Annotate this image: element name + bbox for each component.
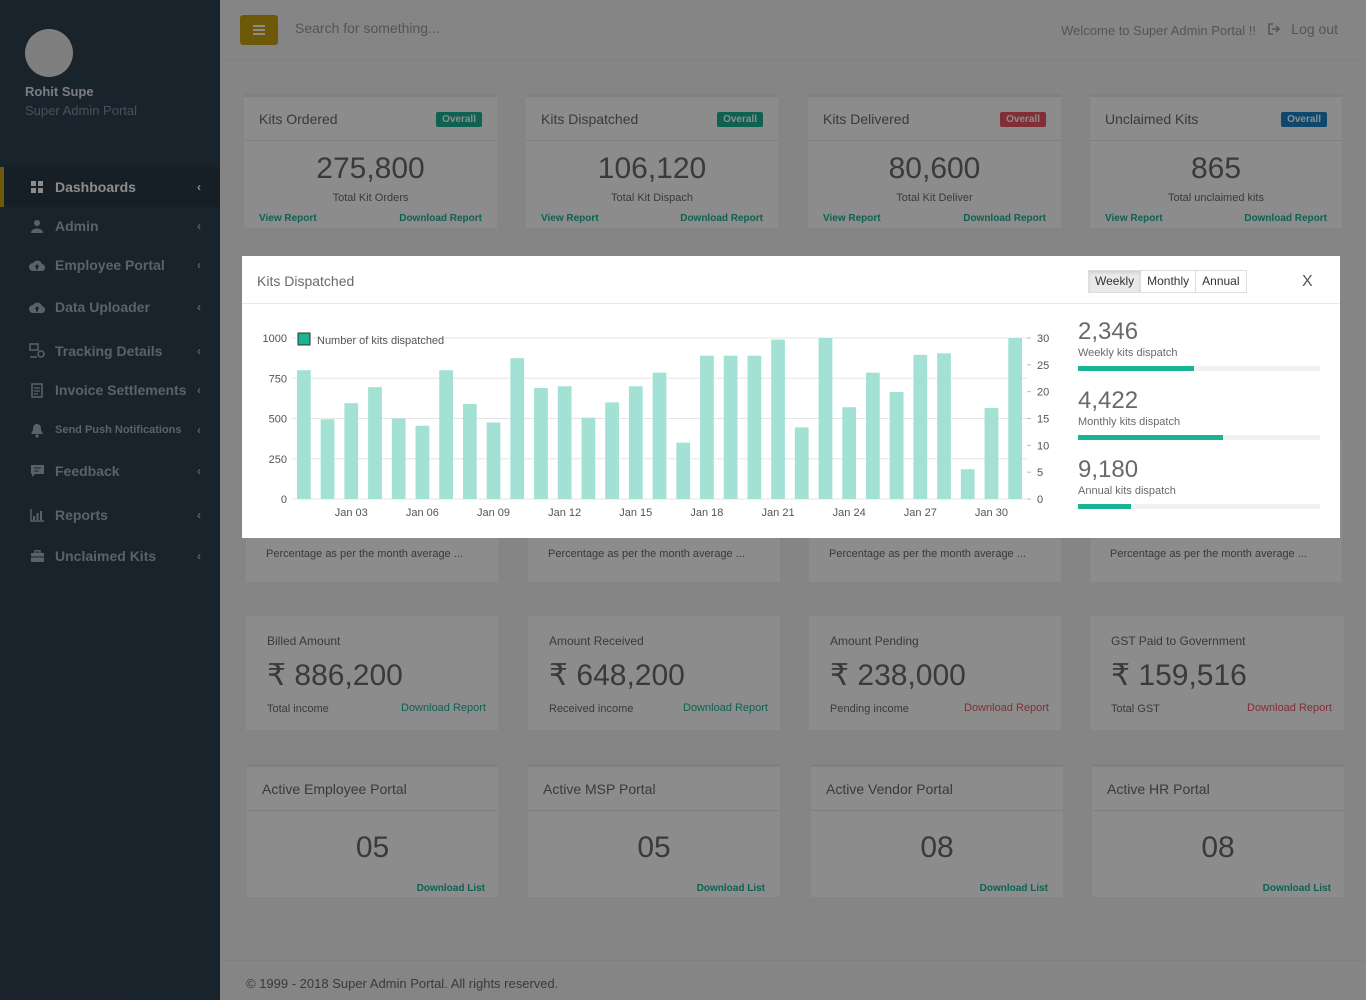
x-tick-label: Jan 21 [762,507,795,519]
period-toggle: Weekly Monthly Annual [1088,270,1247,293]
chart-bar [676,442,691,499]
stat-value: 2,346 [1078,318,1139,345]
chart-bar [723,355,738,499]
y2-tick-label: 0 [1037,494,1043,506]
chart-bar [462,404,477,499]
progress-bar [1078,504,1320,509]
x-tick-label: Jan 27 [904,507,937,519]
chart-bar [320,419,335,499]
chart-bar [557,386,572,499]
progress-bar [1078,435,1320,440]
y-tick-label: 750 [269,373,287,385]
chart-bar [889,391,904,499]
chart-bar [818,338,833,499]
close-button[interactable]: X [1302,273,1313,291]
x-tick-label: Jan 18 [690,507,723,519]
chart-bar [771,339,785,499]
x-tick-label: Jan 03 [335,507,368,519]
chart-bar [368,387,382,499]
y-tick-label: 250 [269,454,287,466]
y-tick-label: 500 [269,414,287,426]
chart-bar [415,425,430,499]
tab-annual[interactable]: Annual [1196,271,1246,292]
monthly-stat: 4,422 Monthly kits dispatch [1078,387,1320,440]
y2-tick-label: 10 [1037,440,1049,452]
chart-bar [794,427,809,499]
x-tick-label: Jan 30 [975,507,1008,519]
x-tick-label: Jan 24 [833,507,866,519]
x-tick-label: Jan 09 [477,507,510,519]
chart-bar [605,402,619,499]
chart-bar [439,370,453,499]
y-tick-label: 1000 [263,333,287,345]
chart-bar [747,355,762,499]
legend-label: Number of kits dispatched [317,335,444,347]
chart-bar [652,372,667,499]
chart-bar [344,403,359,499]
modal-header: Kits Dispatched Weekly Monthly Annual X [242,256,1340,304]
stat-label: Monthly kits dispatch [1078,416,1181,428]
chart-bar [581,417,596,499]
stat-label: Weekly kits dispatch [1078,347,1178,359]
stat-value: 4,422 [1078,387,1139,414]
x-tick-label: Jan 06 [406,507,439,519]
x-tick-label: Jan 12 [548,507,581,519]
x-tick-label: Jan 15 [619,507,652,519]
y2-tick-label: 5 [1037,467,1043,479]
chart-bar [486,422,501,499]
tab-monthly[interactable]: Monthly [1141,271,1197,292]
chart-bar [913,354,928,499]
progress-fill [1078,366,1195,371]
progress-fill [1078,504,1132,509]
stat-value: 9,180 [1078,456,1139,483]
chart-bar [296,370,311,499]
chart-bar [628,386,643,499]
chart-bar [842,407,857,499]
chart-bar [700,355,714,499]
chart-bar [534,387,548,499]
weekly-stat: 2,346 Weekly kits dispatch [1078,318,1320,371]
y2-tick-label: 20 [1037,387,1049,399]
stat-label: Annual kits dispatch [1078,485,1176,497]
modal-title: Kits Dispatched [257,273,355,289]
kits-dispatched-modal: Kits Dispatched Weekly Monthly Annual X … [242,256,1340,538]
y2-tick-label: 30 [1037,333,1049,345]
progress-bar [1078,366,1320,371]
chart-bar [984,408,999,499]
chart-bar [960,469,975,499]
y-tick-label: 0 [281,494,287,506]
legend-swatch-inner [301,336,307,342]
chart-bar [866,372,880,499]
chart-bar [391,418,406,499]
chart-bar [937,353,951,499]
progress-fill [1078,435,1224,440]
tab-weekly[interactable]: Weekly [1089,271,1142,292]
y2-tick-label: 15 [1037,414,1049,426]
kits-dispatched-chart: 0 250 500 750 1000 0 5 10 15 20 25 30 Jan 03 Jan 06 Ja… [263,332,1049,519]
y2-tick-label: 25 [1037,360,1049,372]
chart-bar [510,358,525,499]
annual-stat: 9,180 Annual kits dispatch [1078,456,1320,509]
chart-bar [1008,338,1023,499]
